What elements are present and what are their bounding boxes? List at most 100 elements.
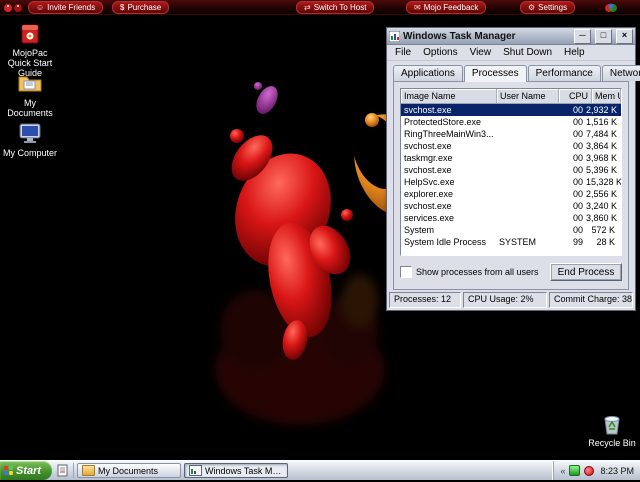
desktop-icon-my-computer[interactable]: My Computer	[0, 122, 60, 158]
mojo-feedback-button[interactable]: Mojo Feedback	[406, 1, 487, 14]
status-processes: Processes: 12	[389, 292, 461, 308]
process-cell: 3,864 K	[586, 141, 618, 151]
process-cell: 00	[572, 129, 583, 139]
process-cell	[496, 104, 557, 116]
process-cell: svchost.exe	[404, 141, 452, 151]
process-row[interactable]: svchost.exe 00 5,396 K	[401, 164, 621, 176]
column-user-name[interactable]: User Name	[497, 89, 559, 103]
process-cell: 00	[572, 213, 583, 223]
process-cell: 00	[572, 141, 583, 151]
process-cell	[496, 164, 557, 176]
menu-view[interactable]: View	[464, 47, 498, 58]
process-row[interactable]: System Idle Process SYSTEM 99 28 K	[401, 236, 621, 248]
task-manager-window: Windows Task Manager File Options View S…	[386, 27, 640, 311]
purchase-icon	[120, 4, 124, 12]
end-process-button[interactable]: End Process	[550, 263, 622, 281]
close-button[interactable]	[616, 28, 633, 44]
process-cell: 00	[572, 177, 583, 187]
processes-panel: Image Name User Name CPU Mem Usage svcho…	[393, 81, 629, 290]
process-row[interactable]: explorer.exe 00 2,556 K	[401, 188, 621, 200]
process-row[interactable]: System 00 572 K	[401, 224, 621, 236]
host-logo-icon[interactable]	[604, 1, 618, 13]
process-cell	[496, 212, 557, 224]
desktop-icon-label: Recycle Bin	[588, 438, 636, 448]
column-mem-usage[interactable]: Mem Usage	[592, 89, 621, 103]
quick-launch-document-icon[interactable]	[56, 464, 69, 477]
process-row[interactable]: svchost.exe 00 2,932 K	[401, 104, 621, 116]
taskbar-button-task-manager[interactable]: Windows Task Manag...	[184, 463, 288, 478]
switch-to-host-button[interactable]: Switch To Host	[296, 1, 375, 14]
taskbar-button-my-documents[interactable]: My Documents	[77, 463, 181, 478]
process-cell: 00	[572, 105, 583, 115]
start-button[interactable]: Start	[0, 461, 52, 480]
process-row[interactable]: ProtectedStore.exe 00 1,516 K	[401, 116, 621, 128]
desktop-icon-quick-start-guide[interactable]: MojoPac Quick Start Guide	[0, 22, 60, 78]
menu-file[interactable]: File	[389, 47, 417, 58]
menu-shut-down[interactable]: Shut Down	[497, 47, 558, 58]
tab-networking[interactable]: Networking	[601, 65, 640, 81]
tray-green-status-icon[interactable]	[569, 465, 581, 476]
tab-performance[interactable]: Performance	[527, 65, 601, 81]
process-row[interactable]: svchost.exe 00 3,240 K	[401, 200, 621, 212]
show-all-users-checkbox[interactable]: Show processes from all users	[400, 266, 539, 278]
process-cell: 1,516 K	[586, 117, 618, 127]
process-row[interactable]: HelpSvc.exe 00 15,328 K	[401, 176, 621, 188]
menu-options[interactable]: Options	[417, 47, 463, 58]
process-cell	[496, 152, 557, 164]
process-row[interactable]: services.exe 00 3,860 K	[401, 212, 621, 224]
process-row[interactable]: RingThreeMainWin3... 00 7,484 K	[401, 128, 621, 140]
mojopac-logo-icon[interactable]	[2, 1, 26, 13]
minimize-button[interactable]	[574, 28, 591, 44]
process-cell: RingThreeMainWin3...	[404, 129, 494, 139]
switch-to-host-label: Switch To Host	[313, 3, 367, 12]
process-cell: 00	[572, 165, 583, 175]
process-cell: ProtectedStore.exe	[404, 117, 482, 127]
process-row[interactable]: svchost.exe 00 3,864 K	[401, 140, 621, 152]
desktop-icon-label: My Computer	[2, 148, 57, 158]
checkbox-icon	[400, 266, 412, 278]
process-cell: 572 K	[591, 225, 615, 235]
column-image-name[interactable]: Image Name	[401, 89, 497, 103]
invite-friends-button[interactable]: Invite Friends	[28, 1, 104, 14]
process-cell: 3,968 K	[586, 153, 618, 163]
maximize-button[interactable]	[595, 28, 612, 44]
desktop-icon-recycle-bin[interactable]: Recycle Bin	[582, 412, 640, 448]
invite-friends-icon	[36, 4, 44, 12]
process-cell: 00	[572, 225, 583, 235]
desktop: Invite Friends Purchase Switch To Host M…	[0, 0, 640, 480]
desktop-icon-my-documents[interactable]: My Documents	[0, 72, 60, 118]
process-cell	[496, 128, 557, 140]
process-cell: services.exe	[404, 213, 455, 223]
tray-red-status-icon[interactable]	[584, 465, 595, 476]
feedback-envelope-icon	[414, 4, 421, 12]
process-row[interactable]: taskmgr.exe 00 3,968 K	[401, 152, 621, 164]
window-title: Windows Task Manager	[403, 30, 516, 42]
process-cell: 99	[572, 237, 583, 247]
process-list-body: svchost.exe 00 2,932 K ProtectedStore.exe 00…	[401, 104, 621, 248]
process-cell: 28 K	[596, 237, 615, 247]
title-bar[interactable]: Windows Task Manager	[387, 28, 635, 45]
tray-chevron-icon[interactable]	[560, 466, 565, 476]
process-cell: explorer.exe	[404, 189, 454, 199]
tab-strip: Applications Processes Performance Netwo…	[387, 61, 640, 82]
tab-processes[interactable]: Processes	[463, 65, 527, 82]
settings-button[interactable]: Settings	[520, 1, 576, 14]
process-cell: 00	[572, 117, 583, 127]
process-controls: Show processes from all users End Proces…	[400, 261, 622, 283]
taskbar-button-label: My Documents	[98, 465, 159, 476]
switch-arrows-icon	[304, 4, 311, 12]
checkbox-label: Show processes from all users	[416, 267, 539, 277]
process-cell	[496, 116, 557, 128]
purchase-button[interactable]: Purchase	[112, 1, 170, 14]
tab-applications[interactable]: Applications	[393, 65, 463, 81]
process-cell: taskmgr.exe	[404, 153, 453, 163]
process-cell: svchost.exe	[404, 201, 452, 211]
invite-friends-label: Invite Friends	[47, 3, 96, 12]
desktop-icon-label: My Documents	[7, 98, 53, 118]
mojo-feedback-label: Mojo Feedback	[423, 3, 479, 12]
process-list-header: Image Name User Name CPU Mem Usage	[401, 89, 621, 104]
process-cell: svchost.exe	[404, 165, 452, 175]
folder-icon	[18, 72, 42, 96]
menu-help[interactable]: Help	[558, 47, 591, 58]
column-cpu[interactable]: CPU	[559, 89, 592, 103]
